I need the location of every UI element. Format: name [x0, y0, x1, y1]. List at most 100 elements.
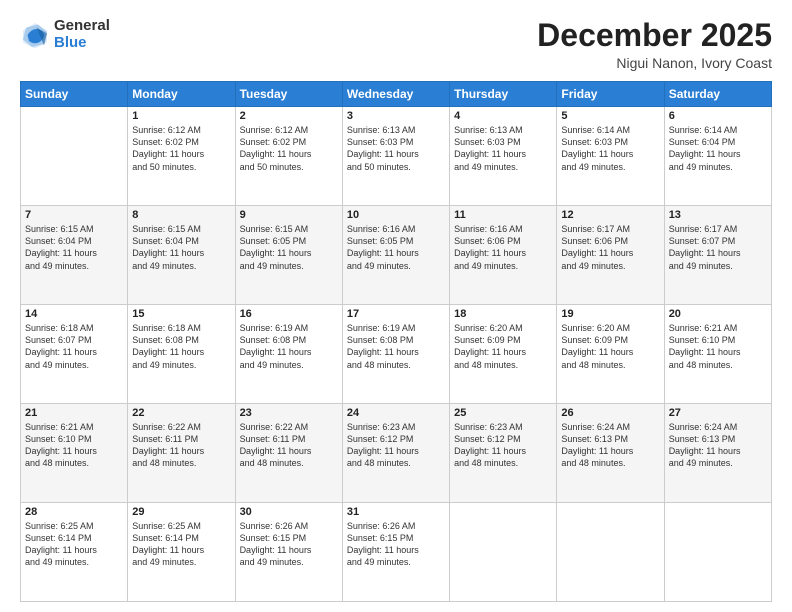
day-info: Sunrise: 6:23 AM Sunset: 6:12 PM Dayligh… — [454, 421, 552, 470]
calendar-cell: 12 Sunrise: 6:17 AM Sunset: 6:06 PM Dayli… — [557, 206, 664, 305]
weekday-header: Friday — [557, 82, 664, 107]
day-info: Sunrise: 6:24 AM Sunset: 6:13 PM Dayligh… — [561, 421, 659, 470]
day-number: 29 — [132, 506, 230, 518]
day-info: Sunrise: 6:25 AM Sunset: 6:14 PM Dayligh… — [132, 520, 230, 569]
day-info: Sunrise: 6:21 AM Sunset: 6:10 PM Dayligh… — [669, 322, 767, 371]
day-info: Sunrise: 6:13 AM Sunset: 6:03 PM Dayligh… — [454, 124, 552, 173]
day-info: Sunrise: 6:19 AM Sunset: 6:08 PM Dayligh… — [240, 322, 338, 371]
day-info: Sunrise: 6:20 AM Sunset: 6:09 PM Dayligh… — [561, 322, 659, 371]
calendar-cell: 2 Sunrise: 6:12 AM Sunset: 6:02 PM Daylig… — [235, 107, 342, 206]
calendar-cell: 21 Sunrise: 6:21 AM Sunset: 6:10 PM Dayli… — [21, 404, 128, 503]
day-number: 19 — [561, 308, 659, 320]
day-number: 5 — [561, 110, 659, 122]
calendar-cell: 30 Sunrise: 6:26 AM Sunset: 6:15 PM Dayli… — [235, 503, 342, 602]
day-number: 7 — [25, 209, 123, 221]
weekday-header: Wednesday — [342, 82, 449, 107]
day-number: 31 — [347, 506, 445, 518]
calendar-cell: 23 Sunrise: 6:22 AM Sunset: 6:11 PM Dayli… — [235, 404, 342, 503]
day-number: 12 — [561, 209, 659, 221]
day-number: 14 — [25, 308, 123, 320]
calendar-cell: 16 Sunrise: 6:19 AM Sunset: 6:08 PM Dayli… — [235, 305, 342, 404]
day-info: Sunrise: 6:26 AM Sunset: 6:15 PM Dayligh… — [347, 520, 445, 569]
calendar-cell: 28 Sunrise: 6:25 AM Sunset: 6:14 PM Dayli… — [21, 503, 128, 602]
day-info: Sunrise: 6:16 AM Sunset: 6:06 PM Dayligh… — [454, 223, 552, 272]
day-info: Sunrise: 6:23 AM Sunset: 6:12 PM Dayligh… — [347, 421, 445, 470]
day-number: 6 — [669, 110, 767, 122]
day-info: Sunrise: 6:21 AM Sunset: 6:10 PM Dayligh… — [25, 421, 123, 470]
calendar-cell: 1Sunrise: 6:12 AM Sunset: 6:02 PM Daylig… — [128, 107, 235, 206]
day-info: Sunrise: 6:22 AM Sunset: 6:11 PM Dayligh… — [132, 421, 230, 470]
day-number: 21 — [25, 407, 123, 419]
day-info: Sunrise: 6:16 AM Sunset: 6:05 PM Dayligh… — [347, 223, 445, 272]
calendar-week-row: 7Sunrise: 6:15 AM Sunset: 6:04 PM Daylig… — [21, 206, 772, 305]
header: General Blue December 2025 Nigui Nanon, … — [20, 18, 772, 71]
calendar-week-row: 1 Sunrise: 6:12 AM Sunset: 6:02 PM Daylig… — [21, 107, 772, 206]
calendar-cell: 25Sunrise: 6:23 AM Sunset: 6:12 PM Dayli… — [450, 404, 557, 503]
calendar-cell: 19 Sunrise: 6:20 AM Sunset: 6:09 PM Dayli… — [557, 305, 664, 404]
calendar-cell: 13Sunrise: 6:17 AM Sunset: 6:07 PM Dayli… — [664, 206, 771, 305]
day-info: Sunrise: 6:22 AM Sunset: 6:11 PM Dayligh… — [240, 421, 338, 470]
calendar-cell: 20 Sunrise: 6:21 AM Sunset: 6:10 PM Dayli… — [664, 305, 771, 404]
day-number: 11 — [454, 209, 552, 221]
day-info: Sunrise: 6:14 AM Sunset: 6:03 PM Dayligh… — [561, 124, 659, 173]
day-number: 15 — [132, 308, 230, 320]
calendar-cell: 11 Sunrise: 6:16 AM Sunset: 6:06 PM Dayli… — [450, 206, 557, 305]
calendar-cell: 17Sunrise: 6:19 AM Sunset: 6:08 PM Dayli… — [342, 305, 449, 404]
day-number: 18 — [454, 308, 552, 320]
day-number: 28 — [25, 506, 123, 518]
calendar-week-row: 14 Sunrise: 6:18 AM Sunset: 6:07 PM Dayli… — [21, 305, 772, 404]
weekday-header: Saturday — [664, 82, 771, 107]
calendar-cell — [664, 503, 771, 602]
calendar-cell — [557, 503, 664, 602]
day-info: Sunrise: 6:26 AM Sunset: 6:15 PM Dayligh… — [240, 520, 338, 569]
calendar-cell: 15 Sunrise: 6:18 AM Sunset: 6:08 PM Dayli… — [128, 305, 235, 404]
page: General Blue December 2025 Nigui Nanon, … — [0, 0, 792, 612]
main-title: December 2025 — [537, 18, 772, 53]
logo-icon — [20, 20, 50, 50]
day-info: Sunrise: 6:15 AM Sunset: 6:05 PM Dayligh… — [240, 223, 338, 272]
day-info: Sunrise: 6:14 AM Sunset: 6:04 PM Dayligh… — [669, 124, 767, 173]
logo-text: General Blue — [54, 18, 110, 51]
day-number: 1 — [132, 110, 230, 122]
logo-blue: Blue — [54, 35, 110, 52]
weekday-header: Sunday — [21, 82, 128, 107]
day-info: Sunrise: 6:25 AM Sunset: 6:14 PM Dayligh… — [25, 520, 123, 569]
logo-general: General — [54, 18, 110, 35]
day-number: 17 — [347, 308, 445, 320]
calendar-week-row: 21 Sunrise: 6:21 AM Sunset: 6:10 PM Dayli… — [21, 404, 772, 503]
day-info: Sunrise: 6:17 AM Sunset: 6:06 PM Dayligh… — [561, 223, 659, 272]
calendar-cell: 4 Sunrise: 6:13 AM Sunset: 6:03 PM Daylig… — [450, 107, 557, 206]
calendar-cell: 3 Sunrise: 6:13 AM Sunset: 6:03 PM Daylig… — [342, 107, 449, 206]
day-number: 8 — [132, 209, 230, 221]
day-number: 3 — [347, 110, 445, 122]
day-info: Sunrise: 6:18 AM Sunset: 6:08 PM Dayligh… — [132, 322, 230, 371]
day-info: Sunrise: 6:18 AM Sunset: 6:07 PM Dayligh… — [25, 322, 123, 371]
day-number: 2 — [240, 110, 338, 122]
day-number: 20 — [669, 308, 767, 320]
day-number: 4 — [454, 110, 552, 122]
calendar-cell: 27Sunrise: 6:24 AM Sunset: 6:13 PM Dayli… — [664, 404, 771, 503]
day-number: 23 — [240, 407, 338, 419]
calendar-cell: 18 Sunrise: 6:20 AM Sunset: 6:09 PM Dayli… — [450, 305, 557, 404]
calendar-cell — [450, 503, 557, 602]
calendar-cell: 10Sunrise: 6:16 AM Sunset: 6:05 PM Dayli… — [342, 206, 449, 305]
logo: General Blue — [20, 18, 110, 51]
calendar-cell: 29 Sunrise: 6:25 AM Sunset: 6:14 PM Dayli… — [128, 503, 235, 602]
calendar-table: SundayMondayTuesdayWednesdayThursdayFrid… — [20, 81, 772, 602]
weekday-header: Thursday — [450, 82, 557, 107]
calendar-cell: 22Sunrise: 6:22 AM Sunset: 6:11 PM Dayli… — [128, 404, 235, 503]
calendar-cell: 31 Sunrise: 6:26 AM Sunset: 6:15 PM Dayli… — [342, 503, 449, 602]
calendar-header-row: SundayMondayTuesdayWednesdayThursdayFrid… — [21, 82, 772, 107]
calendar-cell: 14 Sunrise: 6:18 AM Sunset: 6:07 PM Dayli… — [21, 305, 128, 404]
day-info: Sunrise: 6:13 AM Sunset: 6:03 PM Dayligh… — [347, 124, 445, 173]
calendar-cell: 9Sunrise: 6:15 AM Sunset: 6:05 PM Daylig… — [235, 206, 342, 305]
day-number: 30 — [240, 506, 338, 518]
weekday-header: Monday — [128, 82, 235, 107]
calendar-cell: 5 Sunrise: 6:14 AM Sunset: 6:03 PM Daylig… — [557, 107, 664, 206]
day-number: 16 — [240, 308, 338, 320]
day-info: Sunrise: 6:12 AM Sunset: 6:02 PM Dayligh… — [240, 124, 338, 173]
subtitle: Nigui Nanon, Ivory Coast — [537, 55, 772, 71]
calendar-cell: 8Sunrise: 6:15 AM Sunset: 6:04 PM Daylig… — [128, 206, 235, 305]
day-number: 27 — [669, 407, 767, 419]
day-info: Sunrise: 6:20 AM Sunset: 6:09 PM Dayligh… — [454, 322, 552, 371]
